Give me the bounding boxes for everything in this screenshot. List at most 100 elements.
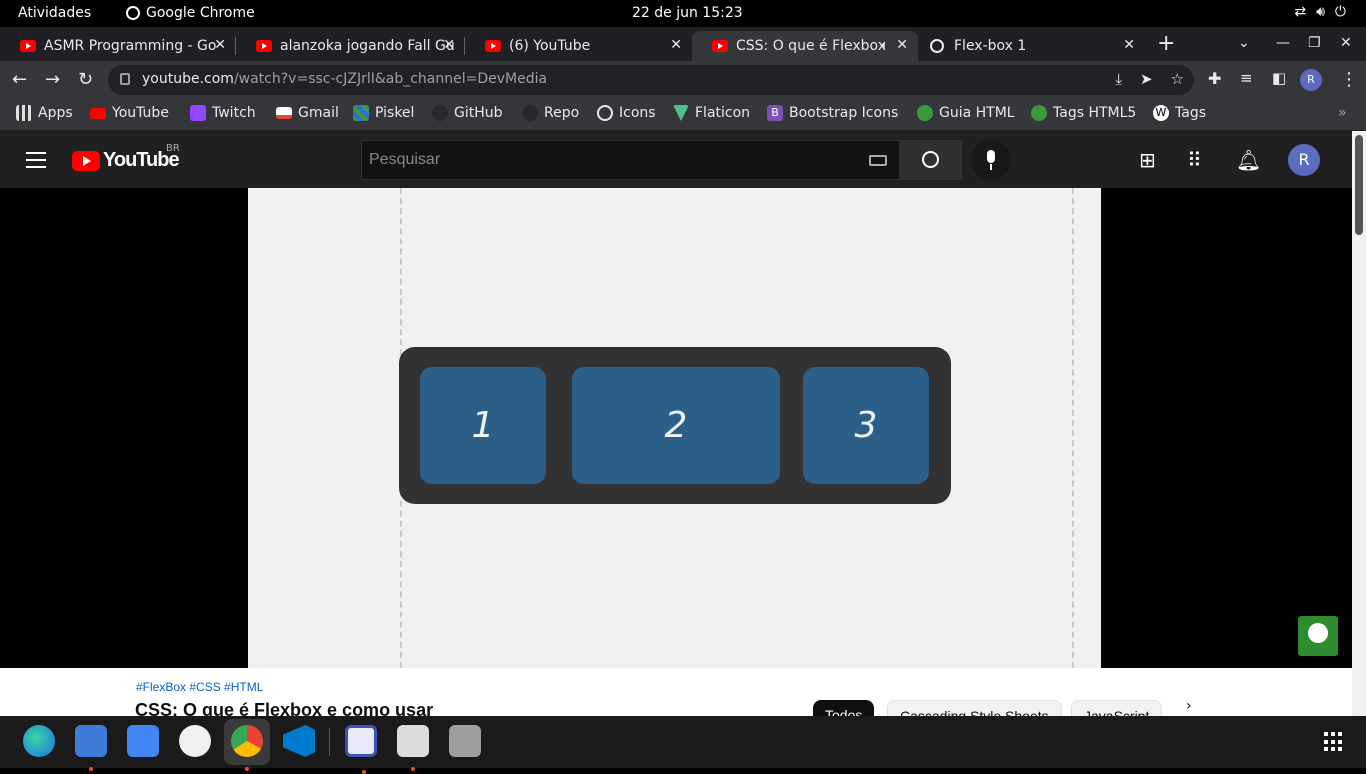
close-icon[interactable]: ✕ [443,37,455,53]
bookmark-twitch[interactable]: Twitch [190,105,256,121]
profile-avatar[interactable]: R [1300,69,1322,91]
bookmark-tags-html5[interactable]: Tags HTML5 [1031,105,1136,121]
mic-icon [987,150,995,163]
side-panel-icon[interactable]: ◧ [1272,69,1286,87]
bookmark-gmail[interactable]: Gmail [276,105,339,121]
keyboard-icon[interactable] [869,155,887,166]
audio-playing-icon[interactable]: 🔈︎ [881,38,888,52]
bookmark-icons[interactable]: Icons [597,105,656,121]
trash-icon[interactable] [449,725,481,757]
app-name: Google Chrome [146,5,255,21]
tab-youtube-home[interactable]: (6) YouTube ✕ [465,31,692,61]
network-icon: ⇄ [1294,4,1307,20]
video-title: CSS: O que é Flexbox e como usar [135,700,434,716]
notes-icon[interactable] [397,725,429,771]
files-icon[interactable] [75,725,107,771]
tab-title: (6) YouTube [509,38,591,54]
page-margin-line [1072,188,1074,668]
bookmark-bootstrap-icons[interactable]: B Bootstrap Icons [767,105,898,121]
youtube-play-icon [72,150,100,171]
account-avatar[interactable]: R [1288,144,1320,176]
github-icon [432,105,448,121]
apps-grid-icon[interactable]: ⠿ [1187,148,1202,172]
youtube-icon [485,40,501,52]
chips-next-chevron-icon[interactable]: › [1186,698,1192,714]
video-hashtags[interactable]: #FlexBox #CSS #HTML [136,680,263,694]
tab-title: CSS: O que é Flexbox [736,38,886,54]
forward-button[interactable]: → [45,69,60,90]
new-tab-button[interactable]: + [1157,31,1175,56]
install-app-icon[interactable]: ⤓ [1115,70,1122,88]
send-tab-icon[interactable]: ➤ [1140,70,1153,88]
bookmark-github[interactable]: GitHub [432,105,503,121]
extensions-icon[interactable]: ✚ [1208,69,1221,88]
create-video-icon[interactable]: ⊞ [1139,148,1156,172]
bookmark-star-icon[interactable]: ☆ [1171,70,1184,88]
github-desktop-icon[interactable] [179,725,211,757]
bookmark-piskel[interactable]: Piskel [353,105,414,121]
app-menu[interactable]: Google Chrome [126,5,255,21]
software-store-icon[interactable] [127,725,159,757]
close-icon[interactable]: ✕ [214,37,226,53]
minimize-button[interactable]: — [1276,35,1290,51]
flex-item-1: 1 [420,367,546,484]
menu-hamburger-icon[interactable] [26,152,46,173]
vscode-icon[interactable] [283,725,315,757]
activities-button[interactable]: Atividades [18,5,91,21]
window-close-button[interactable]: ✕ [1340,35,1352,51]
bookmark-repo[interactable]: Repo [522,105,579,121]
tab-flexbox-1[interactable]: Flex-box 1 ✕ [918,31,1145,61]
bookmark-tags[interactable]: W Tags [1153,105,1206,121]
close-icon[interactable]: ✕ [896,37,908,53]
channel-watermark[interactable] [1298,616,1338,656]
gmail-icon [276,107,292,119]
chip-all[interactable]: Todos [813,700,875,716]
tab-search-chevron-icon[interactable]: ⌄ [1238,35,1250,51]
system-tray[interactable]: ⇄ 🔊︎ ⏻ [1294,4,1346,20]
url-text[interactable]: youtube.com/watch?v=ssc-cJZJrlI&ab_chann… [142,71,547,87]
chrome-menu-icon[interactable]: ⋮ [1340,69,1358,90]
bookmark-guia-html[interactable]: Guia HTML [917,105,1015,121]
clock[interactable]: 22 de jun 15:23 [632,5,743,21]
chip-javascript[interactable]: JavaScript [1071,700,1163,716]
youtube-icon [712,40,728,52]
lock-icon[interactable] [120,73,130,85]
tab-title: Flex-box 1 [954,38,1027,54]
back-button[interactable]: ← [12,69,27,90]
bookmark-flaticon[interactable]: Flaticon [673,105,750,121]
bookmark-apps[interactable]: Apps [16,105,73,121]
youtube-icon [90,107,106,119]
bootstrap-icon: B [767,105,783,121]
address-bar[interactable]: youtube.com/watch?v=ssc-cJZJrlI&ab_chann… [108,65,1194,95]
chip-css[interactable]: Cascading Style Sheets [887,700,1062,716]
page-scrollbar[interactable] [1352,131,1366,716]
text-editor-icon[interactable] [345,725,377,774]
bookmark-youtube[interactable]: YouTube [90,105,169,121]
more-bookmarks-chevron-icon[interactable]: » [1338,105,1347,121]
voice-search-button[interactable] [971,140,1011,180]
close-icon[interactable]: ✕ [670,37,682,53]
dock-divider [329,728,330,756]
search-button[interactable] [900,140,962,180]
maximize-button[interactable]: ❐ [1308,35,1321,51]
notifications-bell-icon[interactable]: 🔔︎ [1236,148,1261,172]
globe-icon [930,39,944,53]
youtube-icon [20,40,36,52]
tab-flexbox-video[interactable]: CSS: O que é Flexbox 🔈︎ ✕ [692,31,918,61]
scrollbar-thumb[interactable] [1355,135,1363,235]
flaticon-icon [673,105,689,121]
youtube-logo[interactable]: YouTube BR [72,143,180,172]
html-guide-icon [1031,105,1047,121]
close-icon[interactable]: ✕ [1123,37,1135,53]
w-icon: W [1153,105,1169,121]
tab-asmr[interactable]: ASMR Programming - Go ✕ [0,31,236,61]
show-applications-icon[interactable] [1324,732,1344,752]
media-controls-icon[interactable]: ≡ [1240,69,1253,87]
flex-item-2: 2 [572,367,780,484]
tab-alanzoka[interactable]: alanzoka jogando Fall Gu ✕ [236,31,465,61]
chrome-icon[interactable] [231,725,263,771]
edge-browser-icon[interactable] [23,725,55,757]
reload-button[interactable]: ↻ [78,69,93,90]
video-player[interactable]: 1 2 3 [0,188,1352,668]
search-input[interactable] [362,141,842,179]
